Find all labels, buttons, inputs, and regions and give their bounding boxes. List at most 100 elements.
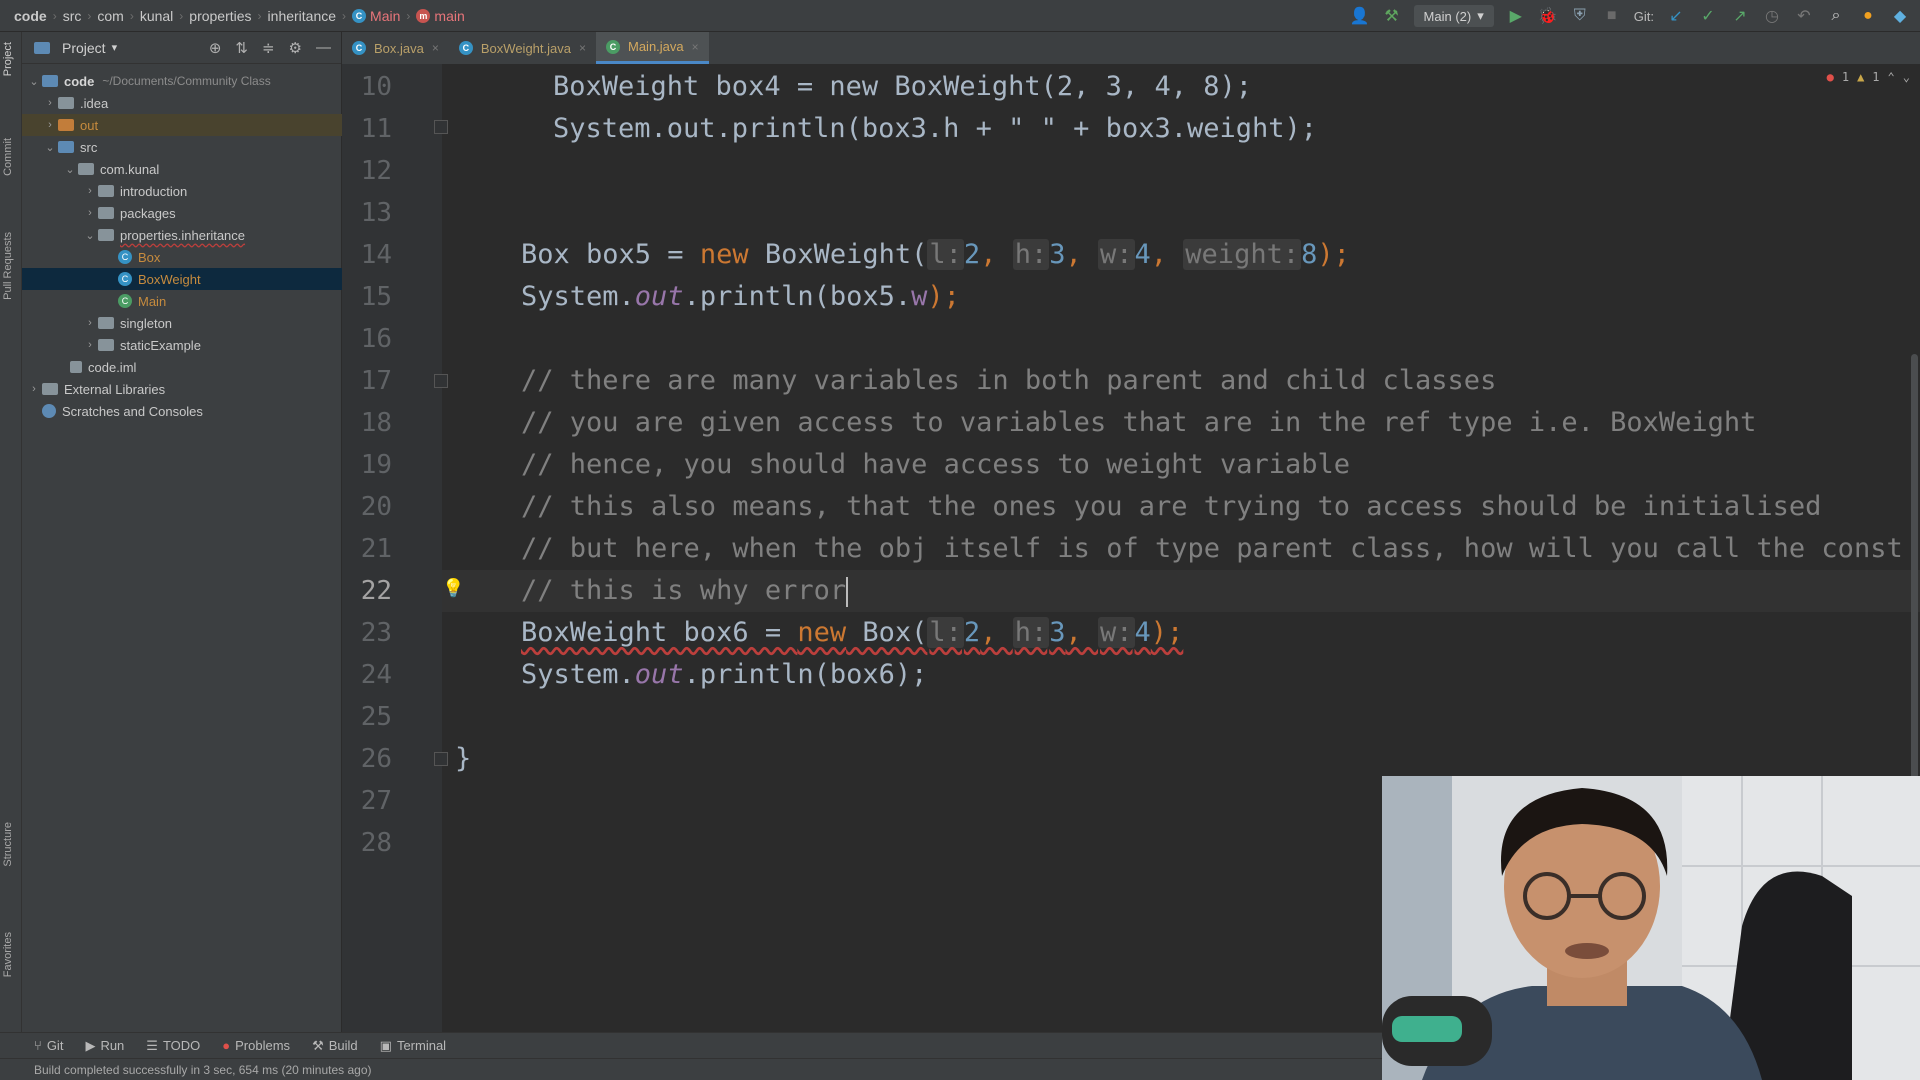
terminal-tool-button[interactable]: ▣ Terminal bbox=[380, 1038, 446, 1054]
tree-item-boxweight[interactable]: C BoxWeight bbox=[22, 268, 342, 290]
parameter-hint: h: bbox=[1012, 239, 1050, 270]
breadcrumb-class-main[interactable]: C Main bbox=[346, 8, 406, 24]
tree-item-src[interactable]: ⌄ src bbox=[22, 136, 342, 158]
code-line-19: // hence, you should have access to weig… bbox=[521, 444, 1350, 486]
commit-tool-tab[interactable]: Commit bbox=[2, 138, 14, 176]
comma: , bbox=[980, 239, 1013, 270]
collapse-all-icon[interactable]: ≑ bbox=[262, 39, 275, 57]
terminal-icon: ▣ bbox=[379, 1037, 392, 1053]
user-icon[interactable]: 👤 bbox=[1350, 6, 1370, 26]
tree-item-root[interactable]: ⌄ code ~/Documents/Community Class bbox=[22, 70, 342, 92]
close-icon[interactable]: × bbox=[432, 41, 439, 55]
tree-item-packages[interactable]: › packages bbox=[22, 202, 342, 224]
tree-item-scratches[interactable]: Scratches and Consoles bbox=[22, 400, 342, 422]
comment: // there are many variables in both pare… bbox=[521, 365, 1497, 396]
tree-item-singleton[interactable]: › singleton bbox=[22, 312, 342, 334]
number-literal: 4 bbox=[1134, 239, 1151, 270]
class-icon: C bbox=[352, 41, 366, 55]
git-tool-button[interactable]: ⑂ Git bbox=[34, 1038, 63, 1053]
comment: // this is why error bbox=[521, 575, 847, 606]
build-hammer-icon[interactable]: ⚒ bbox=[1382, 6, 1402, 26]
rollback-icon[interactable]: ↶ bbox=[1794, 6, 1814, 26]
tree-item-properties-inheritance[interactable]: ⌄ properties.inheritance bbox=[22, 224, 342, 246]
tab-label: Box.java bbox=[374, 40, 424, 56]
statement-end: ); bbox=[1317, 239, 1350, 270]
inspection-widget[interactable]: ● 1 ▲ 1 ⌃ ⌄ bbox=[1827, 70, 1910, 84]
breadcrumb-properties[interactable]: properties bbox=[183, 8, 257, 24]
code-line-17: // there are many variables in both pare… bbox=[521, 360, 1496, 402]
tree-item-idea[interactable]: › .idea bbox=[22, 92, 342, 114]
project-tool-tab[interactable]: Project bbox=[2, 42, 14, 76]
locate-icon[interactable]: ⊕ bbox=[209, 39, 222, 57]
tab-box-java[interactable]: C Box.java × bbox=[342, 32, 449, 64]
debug-icon[interactable]: 🐞 bbox=[1538, 6, 1558, 26]
tree-item-label: properties.inheritance bbox=[120, 227, 246, 243]
favorites-tool-tab[interactable]: Favorites bbox=[2, 932, 14, 977]
pull-requests-tool-tab[interactable]: Pull Requests bbox=[2, 232, 14, 300]
tree-item-com-kunal[interactable]: ⌄ com.kunal bbox=[22, 158, 342, 180]
breadcrumb-inheritance[interactable]: inheritance bbox=[262, 8, 343, 24]
build-tool-button[interactable]: ⚒ Build bbox=[312, 1038, 358, 1054]
chevron-down-icon[interactable]: ⌄ bbox=[1903, 70, 1910, 84]
fold-marker-icon[interactable] bbox=[434, 752, 448, 766]
fold-marker-icon[interactable] bbox=[434, 120, 448, 134]
chevron-up-icon[interactable]: ⌃ bbox=[1888, 70, 1895, 84]
chevron-down-icon: ⌄ bbox=[65, 163, 75, 176]
breadcrumb-code[interactable]: code bbox=[0, 8, 53, 24]
hide-icon[interactable]: — bbox=[316, 39, 331, 57]
lightbulb-icon[interactable]: 💡 bbox=[442, 578, 464, 600]
breadcrumb-method-main[interactable]: m main bbox=[410, 8, 470, 24]
line-number: 21 bbox=[360, 534, 392, 564]
project-panel-title[interactable]: Project bbox=[62, 40, 106, 56]
run-configuration-select[interactable]: Main (2) ▾ bbox=[1413, 5, 1494, 27]
chevron-right-icon: › bbox=[48, 97, 52, 109]
run-icon[interactable]: ▶ bbox=[1506, 6, 1526, 26]
tree-item-introduction[interactable]: › introduction bbox=[22, 180, 342, 202]
fold-marker-icon[interactable] bbox=[434, 374, 448, 388]
tree-item-staticexample[interactable]: › staticExample bbox=[22, 334, 342, 356]
tab-boxweight-java[interactable]: C BoxWeight.java × bbox=[449, 32, 596, 64]
breadcrumb-src[interactable]: src bbox=[57, 8, 88, 24]
tool-label: Git bbox=[46, 1038, 64, 1053]
breadcrumb-com[interactable]: com bbox=[91, 8, 129, 24]
tree-item-out[interactable]: › out bbox=[22, 114, 342, 136]
search-icon[interactable]: ⌕ bbox=[1826, 6, 1846, 26]
history-icon[interactable]: ◷ bbox=[1762, 6, 1782, 26]
todo-tool-button[interactable]: ☰ TODO bbox=[146, 1038, 200, 1054]
tool-label: Build bbox=[328, 1038, 358, 1053]
tab-main-java[interactable]: C Main.java × bbox=[596, 32, 709, 64]
tree-item-external-libraries[interactable]: › External Libraries bbox=[22, 378, 342, 400]
code-text: BoxWeight box4 = new BoxWeight(2, 3, 4, … bbox=[553, 71, 1252, 102]
expand-all-icon[interactable]: ⇅ bbox=[235, 39, 248, 57]
code-text: .println(box6); bbox=[683, 659, 928, 690]
update-icon[interactable]: ● bbox=[1858, 6, 1878, 26]
tree-item-code-iml[interactable]: code.iml bbox=[22, 356, 342, 378]
problems-tool-button[interactable]: ● Problems bbox=[222, 1038, 290, 1053]
structure-tool-tab[interactable]: Structure bbox=[2, 822, 14, 867]
git-commit-icon[interactable]: ✓ bbox=[1698, 6, 1718, 26]
tool-label: TODO bbox=[162, 1038, 201, 1053]
breadcrumb-kunal[interactable]: kunal bbox=[134, 8, 179, 24]
stop-icon[interactable]: ■ bbox=[1602, 6, 1622, 26]
coverage-icon[interactable]: ⛨ bbox=[1570, 6, 1590, 26]
error-icon: ● bbox=[222, 1038, 231, 1053]
chevron-down-icon[interactable]: ▾ bbox=[112, 41, 118, 54]
git-push-icon[interactable]: ↗ bbox=[1730, 6, 1750, 26]
close-icon[interactable]: × bbox=[692, 40, 699, 54]
project-panel: Project ▾ ⊕ ⇅ ≑ ⚙ — ⌄ code ~/Documents/C… bbox=[22, 32, 342, 1032]
folder-icon bbox=[42, 75, 58, 87]
gear-icon[interactable]: ⚙ bbox=[289, 39, 302, 57]
comment: // hence, you should have access to weig… bbox=[521, 449, 1351, 480]
editor-scrollbar[interactable] bbox=[1911, 354, 1918, 814]
number-literal: 3 bbox=[1049, 617, 1066, 648]
plugin-icon[interactable]: ◆ bbox=[1890, 6, 1910, 26]
line-number: 28 bbox=[360, 828, 392, 858]
close-icon[interactable]: × bbox=[579, 41, 586, 55]
tree-item-box[interactable]: C Box bbox=[22, 246, 342, 268]
tool-label: Problems bbox=[235, 1038, 291, 1053]
git-update-icon[interactable]: ↙ bbox=[1666, 6, 1686, 26]
presenter-video-image bbox=[1382, 776, 1920, 1080]
run-tool-button[interactable]: ▶ Run bbox=[85, 1038, 124, 1054]
code-text: BoxWeight box6 = bbox=[521, 617, 798, 648]
tree-item-main[interactable]: C Main bbox=[22, 290, 342, 312]
